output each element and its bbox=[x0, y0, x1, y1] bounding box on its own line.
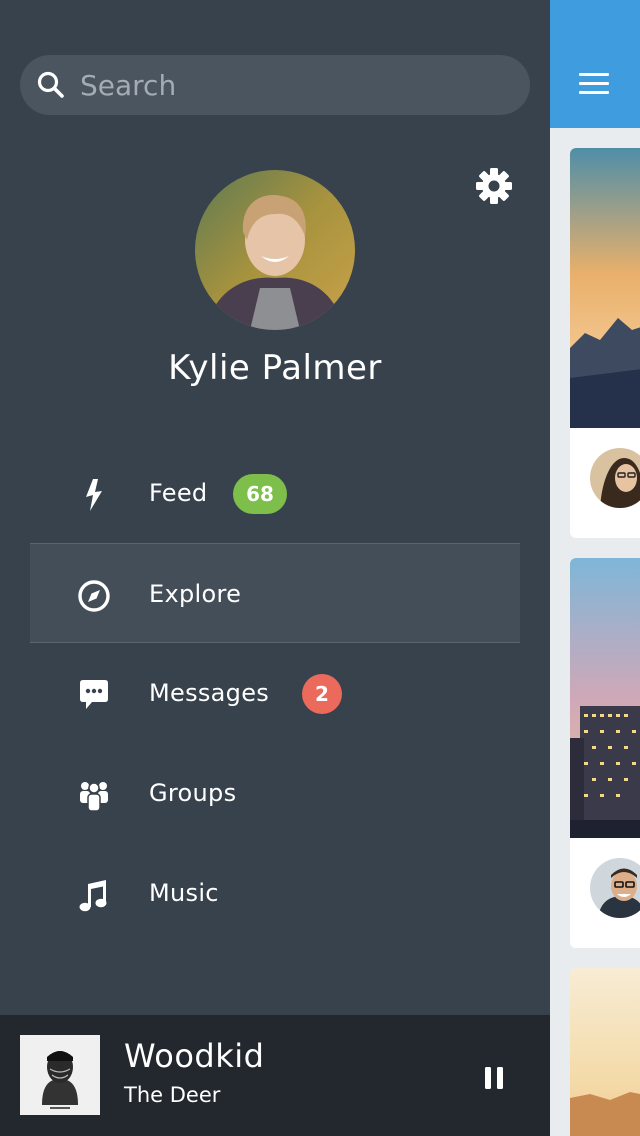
nav-item-label: Messages bbox=[149, 679, 270, 707]
nav-item-label: Explore bbox=[149, 580, 242, 608]
search-icon bbox=[36, 70, 66, 100]
track-artist: Woodkid bbox=[124, 1037, 265, 1075]
card-photo bbox=[570, 148, 640, 428]
nav-item-label: Groups bbox=[149, 779, 237, 807]
main-content-peek[interactable] bbox=[550, 0, 640, 1136]
card-author-avatar[interactable] bbox=[590, 858, 640, 918]
pause-icon[interactable] bbox=[474, 1061, 514, 1101]
compass-icon bbox=[76, 578, 112, 614]
profile-name: Kylie Palmer bbox=[168, 348, 382, 388]
feed-count-badge: 68 bbox=[233, 474, 287, 514]
hamburger-menu-icon[interactable] bbox=[579, 73, 609, 95]
card-author-avatar[interactable] bbox=[590, 448, 640, 508]
now-playing-bar[interactable]: Woodkid The Deer bbox=[0, 1015, 550, 1136]
people-icon bbox=[76, 777, 112, 813]
nav-menu: Feed 68 Explore Messages 2 Groups Music bbox=[30, 443, 520, 943]
nav-item-music[interactable]: Music bbox=[30, 843, 520, 943]
nav-item-explore[interactable]: Explore bbox=[30, 543, 520, 643]
gear-icon[interactable] bbox=[474, 166, 514, 206]
top-bar bbox=[550, 0, 640, 128]
card-photo bbox=[570, 558, 640, 838]
chat-bubble-icon bbox=[76, 677, 112, 713]
album-cover bbox=[20, 1035, 100, 1115]
bolt-icon bbox=[76, 477, 112, 513]
side-drawer: Kylie Palmer Feed 68 Explore bbox=[0, 0, 550, 1136]
search-bar[interactable] bbox=[20, 55, 530, 115]
search-input[interactable] bbox=[80, 55, 500, 115]
messages-count-badge: 2 bbox=[302, 674, 342, 714]
nav-item-groups[interactable]: Groups bbox=[30, 743, 520, 843]
nav-item-messages[interactable]: Messages 2 bbox=[30, 643, 520, 743]
music-note-icon bbox=[76, 877, 112, 913]
track-title: The Deer bbox=[124, 1083, 221, 1107]
nav-item-label: Feed bbox=[149, 479, 208, 507]
feed-card[interactable] bbox=[570, 968, 640, 1136]
feed-card[interactable] bbox=[570, 558, 640, 948]
feed-card[interactable] bbox=[570, 148, 640, 538]
nav-item-label: Music bbox=[149, 879, 219, 907]
card-photo bbox=[570, 968, 640, 1136]
nav-item-feed[interactable]: Feed 68 bbox=[30, 443, 520, 543]
profile-avatar[interactable] bbox=[195, 170, 355, 330]
